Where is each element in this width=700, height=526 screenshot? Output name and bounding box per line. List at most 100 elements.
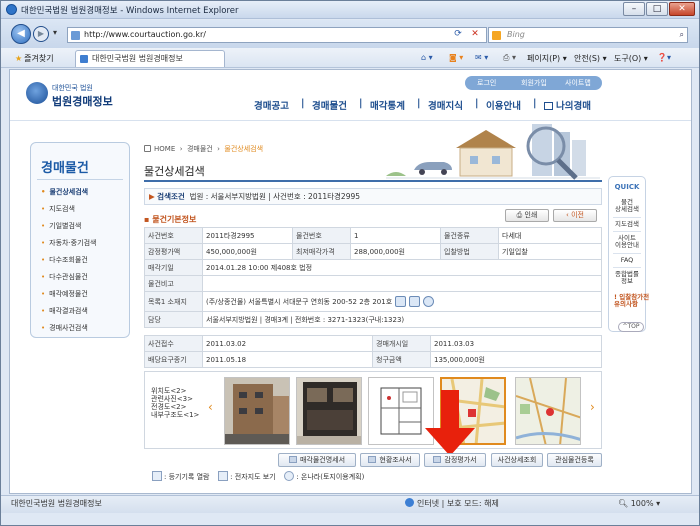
lnb-item-most-watched[interactable]: 다수관심물건: [41, 272, 88, 282]
back-button[interactable]: ◀: [11, 24, 31, 44]
lnb-item-scheduled[interactable]: 매각예정물건: [41, 289, 88, 299]
join-link[interactable]: 회원가입: [521, 76, 547, 90]
lnb-item-vehicle-search[interactable]: 자동차·중기검색: [41, 238, 96, 248]
photo-label-related[interactable]: 관련사진<3>: [151, 395, 199, 403]
min-price-value: 288,000,000원: [350, 243, 441, 260]
favorites-button[interactable]: ★ 즐겨찾기: [15, 53, 54, 64]
photo-thumb-1[interactable]: [224, 377, 290, 445]
doc-icon: [368, 456, 377, 463]
top-button[interactable]: ^TOP: [618, 322, 644, 332]
gnb-stats[interactable]: 매각통계: [370, 98, 405, 112]
start-value: 2011.03.03: [430, 335, 602, 352]
site-logo[interactable]: 대한민국 법원 법원경매정보: [26, 80, 136, 110]
ie-icon: [6, 4, 17, 15]
zoom-icon: 🔍︎: [618, 499, 629, 508]
section-title: ▪ 물건기본정보: [144, 215, 197, 224]
quick-sep: [613, 253, 641, 254]
dropdown-icon[interactable]: ▾: [53, 28, 57, 37]
logo-small-text: 대한민국 법원: [52, 84, 93, 92]
note-value: [202, 275, 602, 292]
gallery-next-icon[interactable]: ›: [590, 400, 595, 414]
condition-text: 법원 : 서울서부지방법원 | 사건번호 : 2011타경2995: [189, 192, 361, 201]
received-label: 사건접수: [144, 335, 203, 352]
gnb-items[interactable]: 경매물건: [312, 98, 347, 112]
survey-report-button[interactable]: 현황조사서: [360, 453, 420, 467]
menu-safety[interactable]: 안전(S) ▾: [574, 53, 607, 64]
min-price-label: 최저매각가격: [292, 243, 351, 260]
notice-link[interactable]: ! 입찰참가전 유의사항: [614, 294, 649, 308]
appraisal-report-button[interactable]: 감정평가서: [424, 453, 486, 467]
print-button[interactable]: ⎙ 인쇄: [505, 209, 549, 222]
search-input[interactable]: Bing ⌕: [488, 27, 688, 43]
lnb-item-map-search[interactable]: 지도검색: [41, 204, 75, 214]
menu-tools[interactable]: 도구(O) ▾: [614, 53, 648, 64]
case-detail-button[interactable]: 사건상세조회: [491, 453, 543, 467]
add-watch-button[interactable]: 관심물건등록: [547, 453, 602, 467]
gnb-my[interactable]: 나의경매: [544, 98, 591, 112]
menu-safety-label: 안전(S): [574, 54, 601, 63]
photo-thumb-2[interactable]: [296, 377, 362, 445]
crumb-home[interactable]: HOME: [154, 145, 175, 153]
quick-map-search[interactable]: 지도검색: [609, 221, 645, 228]
lnb-item-detail-search[interactable]: 물건상세검색: [41, 187, 88, 197]
refresh-icon[interactable]: ⟳: [450, 27, 466, 43]
bid-method-label: 입찰방법: [440, 243, 499, 260]
crumb-items[interactable]: 경매물건: [187, 145, 213, 153]
map-icon[interactable]: [409, 296, 421, 307]
quick-legal-info[interactable]: 종합법률 정보: [609, 271, 645, 285]
lnb-item-most-viewed[interactable]: 다수조회물건: [41, 255, 88, 265]
status-bar: 대한민국법원 법원경매정보 인터넷 | 보호 모드: 해제 🔍︎ 100% ▾: [1, 495, 699, 513]
feeds-icon[interactable]: ◙ ▾: [449, 53, 463, 62]
globe-icon: [405, 498, 414, 507]
quick-faq[interactable]: FAQ: [609, 257, 645, 264]
add-watch-label: 관심물건등록: [555, 456, 594, 464]
registry-icon[interactable]: [395, 296, 407, 307]
lnb-item-case-search[interactable]: 경매사건검색: [41, 323, 88, 333]
onnara-icon[interactable]: [423, 296, 435, 307]
claim-value: 135,000,000원: [430, 351, 602, 368]
address-bar: ◀ ▶ ▾ http://www.courtauction.go.kr/ ⟳ ✕…: [1, 20, 699, 48]
survey-report-label: 현황조사서: [379, 456, 412, 464]
gallery-prev-icon[interactable]: ‹: [208, 400, 213, 414]
star-icon: ★: [15, 54, 23, 63]
photo-thumb-5[interactable]: [515, 377, 581, 445]
address-value: (주/상종건물) 서울특별시 서대문구 연희동 200-52 2층 201호: [206, 298, 393, 306]
maximize-button[interactable]: □: [646, 2, 668, 16]
lnb-item-date-search[interactable]: 기일별검색: [41, 221, 81, 231]
url-input[interactable]: http://www.courtauction.go.kr/: [67, 27, 487, 43]
search-icon[interactable]: ⌕: [680, 28, 684, 42]
mail-icon[interactable]: ✉ ▾: [475, 53, 488, 62]
registry-icon: [152, 471, 162, 481]
icon-legend: : 등기기록 열람 : 전자지도 보기 : 온나라(토지이용계획): [150, 471, 364, 482]
title-bar: 대한민국법원 법원경매정보 - Windows Internet Explore…: [1, 1, 699, 19]
stop-icon[interactable]: ✕: [467, 27, 483, 43]
home-icon[interactable]: ⌂ ▾: [421, 53, 433, 62]
case-detail-label: 사건상세조회: [497, 456, 537, 464]
sale-statement-button[interactable]: 매각물건명세서: [278, 453, 356, 467]
prev-button[interactable]: ‹ 이전: [553, 209, 597, 222]
sale-date-value: 2014.01.28 10:00 제408호 법정: [202, 259, 602, 276]
photo-label-interior[interactable]: 내부구조도<1>: [151, 411, 199, 419]
appraisal-value: 450,000,000원: [202, 243, 293, 260]
gnb-knowledge[interactable]: 경매지식: [428, 98, 463, 112]
zone-indicator[interactable]: 인터넷 | 보호 모드: 해제: [405, 496, 499, 512]
photo-gallery: 위치도<2> 관련사진<3> 전경도<2> 내부구조도<1> ‹ ›: [144, 371, 602, 449]
sitemap-link[interactable]: 사이트맵: [565, 76, 591, 90]
minimize-button[interactable]: –: [623, 2, 645, 16]
login-link[interactable]: 로그인: [477, 76, 496, 90]
menu-page[interactable]: 페이지(P) ▾: [527, 53, 567, 64]
zoom-control[interactable]: 🔍︎ 100% ▾: [618, 496, 660, 512]
lnb-item-results[interactable]: 매각결과검색: [41, 306, 88, 316]
help-icon[interactable]: ❓▾: [657, 53, 671, 62]
print-icon[interactable]: ⎙ ▾: [503, 53, 516, 63]
gnb-guide[interactable]: 이용안내: [486, 98, 521, 112]
photo-label-view[interactable]: 전경도<2>: [151, 403, 199, 411]
close-button[interactable]: ✕: [669, 2, 695, 16]
photo-label-location[interactable]: 위치도<2>: [151, 387, 199, 395]
forward-button[interactable]: ▶: [33, 26, 49, 42]
quick-site-guide[interactable]: 사이트 이용안내: [609, 235, 645, 249]
url-text: http://www.courtauction.go.kr/: [84, 30, 206, 39]
tab-current[interactable]: 대한민국법원 법원경매정보: [75, 50, 225, 67]
quick-detail-search[interactable]: 물건 상세검색: [609, 199, 645, 213]
gnb-notice[interactable]: 경매공고: [254, 98, 289, 112]
